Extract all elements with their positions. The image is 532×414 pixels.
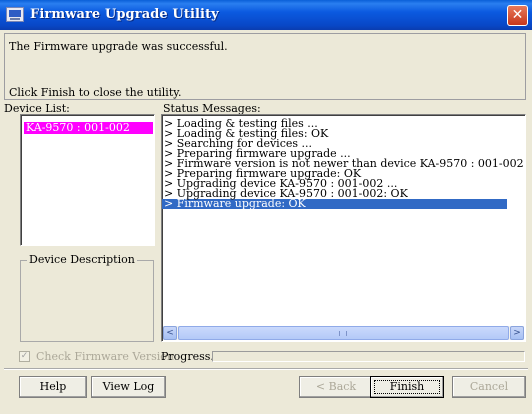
help-button[interactable]: Help [19, 376, 87, 398]
back-button[interactable]: < Back [299, 376, 373, 398]
thumb-grip-icon [339, 331, 347, 336]
status-line[interactable]: > Firmware upgrade: OK [162, 198, 507, 209]
device-list[interactable]: KA-9570 : 001-002 [20, 114, 155, 246]
device-list-item[interactable]: KA-9570 : 001-002 [24, 122, 153, 134]
check-firmware-checkbox[interactable]: ✓ [19, 351, 30, 362]
progress-bar [212, 351, 525, 362]
separator [4, 368, 528, 370]
window-title: Firmware Upgrade Utility [30, 7, 219, 22]
cancel-button[interactable]: Cancel [452, 376, 526, 398]
success-message: The Firmware upgrade was successful. [9, 40, 228, 53]
finish-button[interactable]: Finish [370, 376, 444, 398]
instruction-message: Click Finish to close the utility. [9, 86, 182, 99]
app-icon [6, 7, 24, 22]
scroll-left-icon[interactable]: < [163, 326, 177, 340]
view-log-button[interactable]: View Log [91, 376, 166, 398]
title-bar[interactable]: Firmware Upgrade Utility ✕ [0, 0, 532, 30]
finish-button-label: Finish [389, 380, 425, 393]
device-description-label: Device Description [27, 253, 137, 266]
message-panel: The Firmware upgrade was successful. Cli… [4, 33, 526, 100]
firmware-upgrade-window: Firmware Upgrade Utility ✕ The Firmware … [0, 0, 532, 414]
device-description-group: Device Description [20, 253, 154, 342]
horizontal-scrollbar[interactable]: < > [163, 326, 524, 340]
status-messages-list[interactable]: > Loading & testing files ... > Loading &… [161, 114, 526, 342]
scroll-right-icon[interactable]: > [510, 326, 524, 340]
status-lines: > Loading & testing files ... > Loading &… [162, 118, 525, 209]
close-icon[interactable]: ✕ [507, 5, 528, 26]
scrollbar-thumb[interactable] [178, 326, 509, 340]
check-firmware-label: Check Firmware Version [36, 350, 174, 363]
